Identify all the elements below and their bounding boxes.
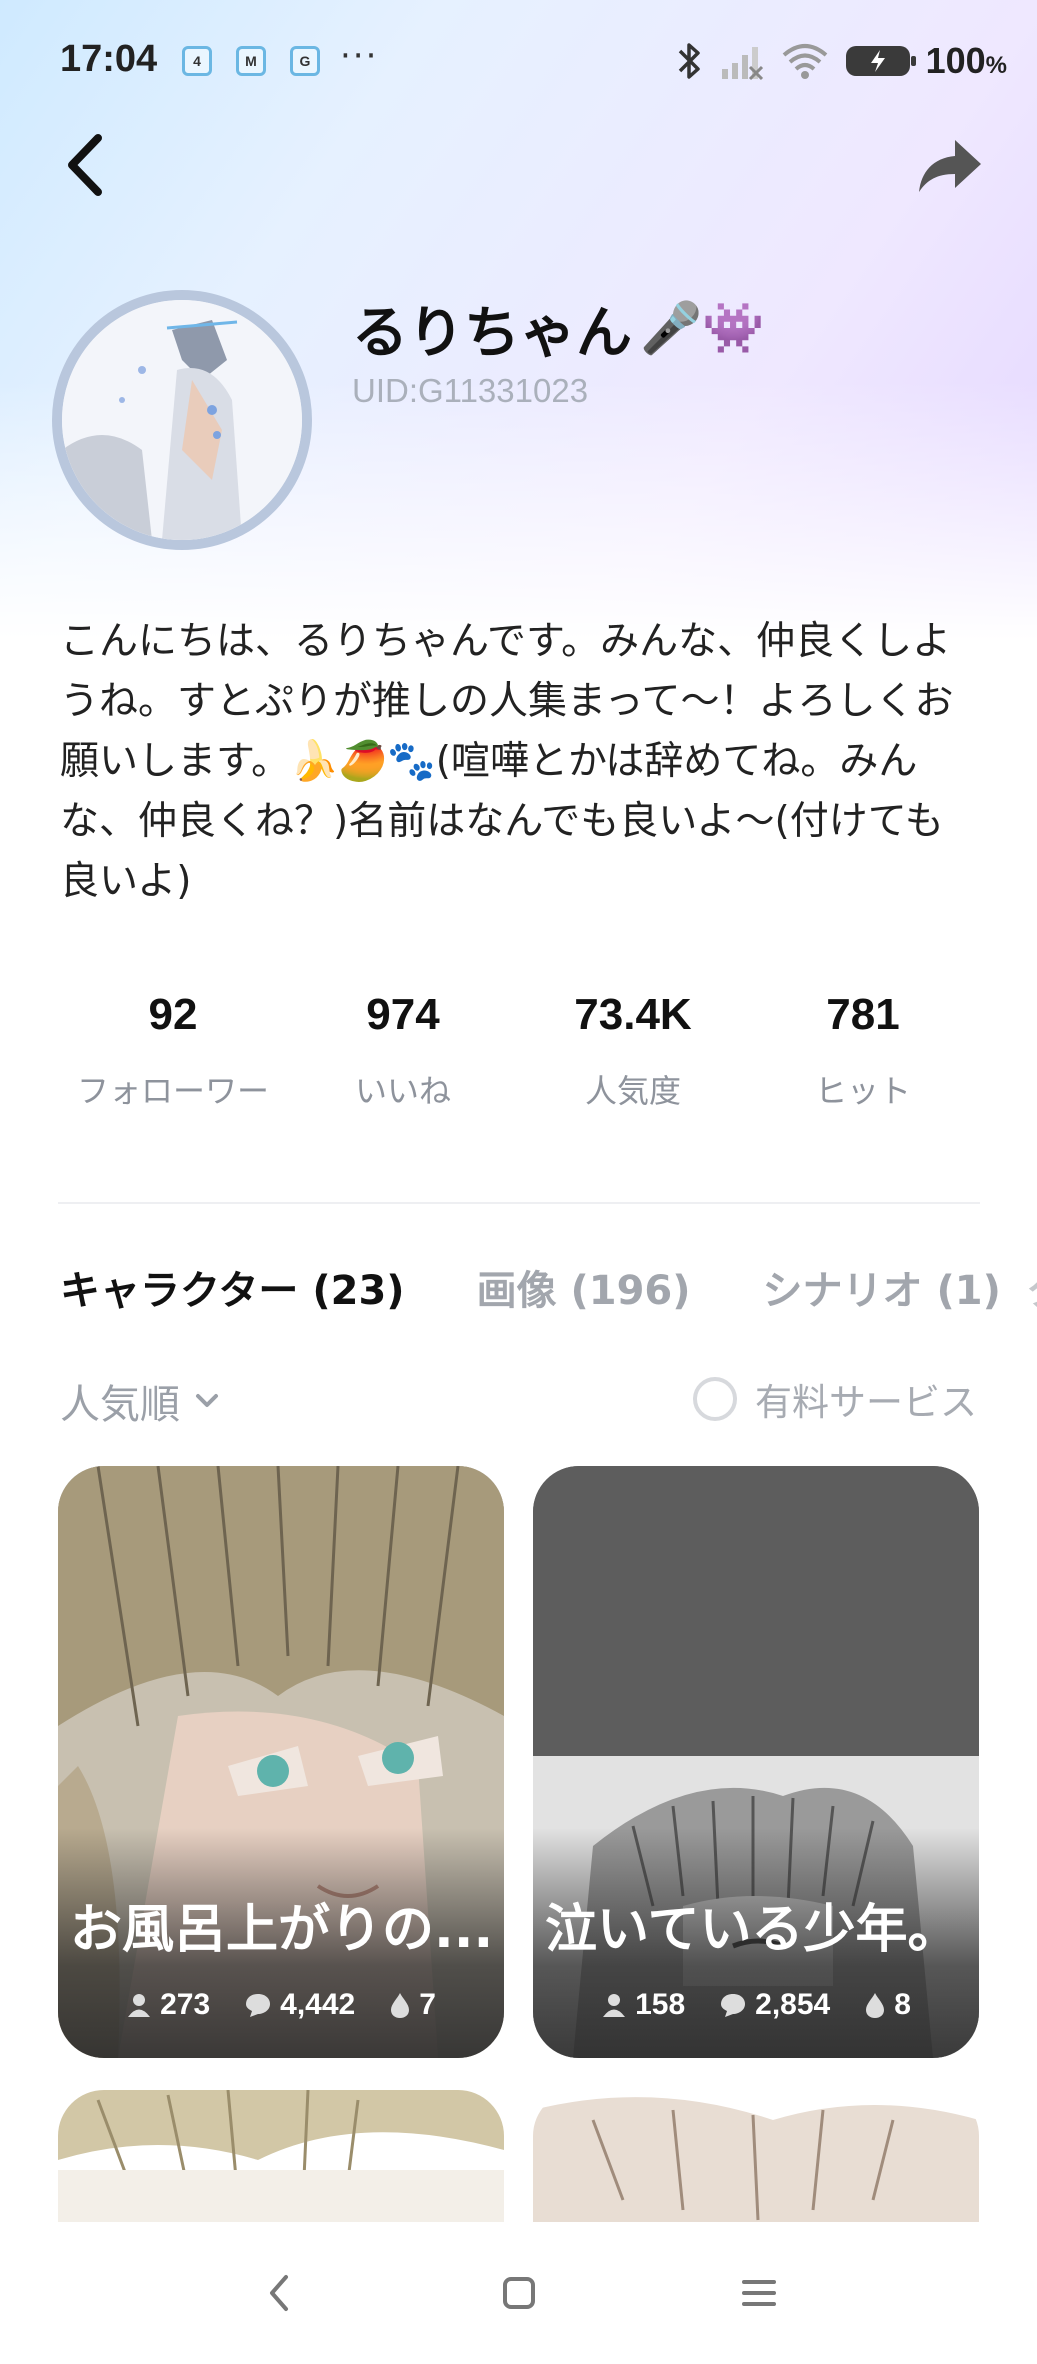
nav-back-button[interactable] <box>249 2263 309 2323</box>
notification-icon: M <box>236 46 266 76</box>
battery-icon <box>845 46 916 76</box>
stat-likes: 974 いいね <box>354 990 451 1110</box>
profile-bio: こんにちは、るりちゃんです。みんな、仲良くしようね。すとぷりが推しの人集まって〜… <box>60 619 954 904</box>
nav-back-icon <box>269 2275 288 2311</box>
content-tabs: キャラクター (23) 画像 (196) シナリオ (1) <box>60 1258 1001 1318</box>
wifi-icon <box>782 44 827 79</box>
tab-scenarios[interactable]: シナリオ (1) <box>763 1258 1001 1318</box>
tab-images[interactable]: 画像 (196) <box>477 1258 691 1318</box>
status-time: 17:04 <box>60 38 158 80</box>
stat-followers[interactable]: 92 フォローワー <box>58 990 288 1112</box>
tab-characters[interactable]: キャラクター (23) <box>60 1258 405 1318</box>
nav-menu-button[interactable] <box>729 2263 789 2323</box>
cellular-signal-icon <box>721 47 763 81</box>
character-card[interactable] <box>533 2090 979 2240</box>
chat-bubble-icon <box>246 1994 271 2017</box>
avatar-image <box>62 300 302 540</box>
more-notifications-icon: ··· <box>340 36 379 76</box>
character-card[interactable] <box>58 2090 504 2240</box>
card-chats: 4,442 <box>244 1988 355 2022</box>
user-id: UID:G11331023 <box>352 372 589 409</box>
bluetooth-icon <box>678 43 700 79</box>
chevron-left-icon <box>68 134 102 196</box>
status-icons: 100% <box>676 36 1007 86</box>
divider <box>58 1202 980 1204</box>
nav-home-icon <box>502 2277 535 2309</box>
card-title: 泣いている少年。 <box>545 1900 960 1960</box>
card-chats: 2,854 <box>719 1988 830 2022</box>
name-emoji: 🎤👾 <box>640 299 765 357</box>
chevron-down-icon <box>196 1394 218 1407</box>
battery-percent: 100% <box>925 40 1007 81</box>
card-users: 273 <box>126 1988 210 2022</box>
stat-hits: 781 ヒット <box>814 990 911 1110</box>
drop-icon <box>391 1993 410 2018</box>
notification-icon: 4 <box>182 46 212 76</box>
paid-service-toggle[interactable]: 有料サービス <box>693 1372 977 1426</box>
nav-menu-icon <box>741 2280 776 2306</box>
card-meta: 158 2,854 8 <box>533 1988 979 2022</box>
stat-popularity: 73.4K 人気度 <box>574 990 692 1110</box>
system-navigation-bar <box>0 2222 1037 2364</box>
share-button[interactable] <box>915 136 985 196</box>
share-arrow-icon <box>919 140 981 192</box>
back-button[interactable] <box>58 130 118 200</box>
tab-overflow[interactable]: ク <box>1026 1258 1037 1316</box>
nav-home-button[interactable] <box>489 2263 549 2323</box>
card-likes: 7 <box>389 1988 436 2022</box>
drop-icon <box>866 1993 885 2018</box>
card-image <box>533 2090 979 2240</box>
user-icon <box>603 1994 626 2017</box>
card-image <box>58 2090 504 2240</box>
notification-icon: G <box>290 46 320 76</box>
card-meta: 273 4,442 7 <box>58 1988 504 2022</box>
sort-dropdown[interactable]: 人気順 <box>60 1372 222 1430</box>
profile-stats: 92 フォローワー 974 いいね 73.4K 人気度 781 ヒット <box>58 990 978 1112</box>
card-likes: 8 <box>864 1988 911 2022</box>
user-icon <box>128 1994 151 2017</box>
card-title: お風呂上がりの... <box>70 1900 494 1960</box>
radio-button[interactable] <box>693 1377 737 1421</box>
card-users: 158 <box>601 1988 685 2022</box>
character-card[interactable]: 泣いている少年。 158 2,854 8 <box>533 1466 979 2058</box>
profile-name: るりちゃん 🎤👾 <box>352 299 765 366</box>
character-card[interactable]: お風呂上がりの... 273 4,442 7 <box>58 1466 504 2058</box>
avatar[interactable] <box>52 290 312 550</box>
chat-bubble-icon <box>721 1994 746 2017</box>
status-bar: 17:04 4 M G ··· 100% <box>0 0 1037 120</box>
